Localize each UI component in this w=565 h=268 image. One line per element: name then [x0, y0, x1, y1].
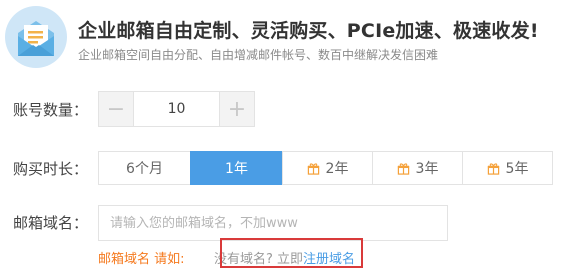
duration-option[interactable]: 3年 [372, 151, 463, 185]
duration-option[interactable]: 6个月 [98, 151, 191, 185]
duration-option-label: 1年 [225, 161, 248, 177]
gift-icon [397, 162, 409, 175]
account-count-stepper: − 10 + [98, 91, 255, 127]
duration-option[interactable]: 2年 [282, 151, 373, 185]
account-count-value[interactable]: 10 [133, 92, 220, 126]
highlight-box [220, 238, 363, 268]
duration-option[interactable]: 1年 [190, 151, 283, 185]
domain-input[interactable] [98, 205, 448, 241]
page-subtitle: 企业邮箱空间自由分配、自由增减邮件帐号、数百中继解决发信困难 [78, 48, 439, 62]
duration-option-label: 2年 [325, 161, 349, 177]
duration-option-label: 3年 [415, 161, 439, 177]
domain-label: 邮箱域名： [13, 214, 89, 232]
page-title: 企业邮箱自由定制、灵活购买、PCIe加速、极速收发! [78, 20, 539, 42]
duration-option-label: 6个月 [126, 161, 163, 177]
duration-option-label: 5年 [505, 161, 529, 177]
increment-button[interactable]: + [220, 92, 254, 126]
gift-icon [307, 162, 319, 175]
account-count-label: 账号数量： [13, 101, 89, 119]
gift-icon [487, 162, 499, 175]
duration-option[interactable]: 5年 [462, 151, 553, 185]
decrement-button[interactable]: − [99, 92, 133, 126]
duration-label: 购买时长： [13, 160, 89, 178]
mail-envelope-icon [5, 6, 67, 68]
duration-options: 6个月 1年 2年 3年 5年 [98, 151, 553, 185]
